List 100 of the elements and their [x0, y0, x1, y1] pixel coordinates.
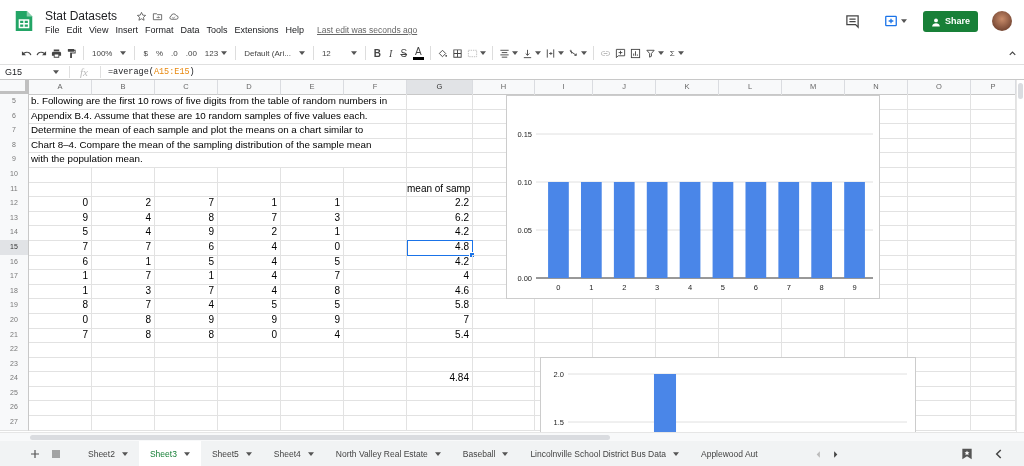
empty-cell — [218, 181, 281, 198]
explore-icon[interactable] — [960, 447, 974, 461]
chart-icon[interactable] — [629, 47, 641, 59]
folder-icon[interactable] — [152, 10, 164, 22]
text-color-button[interactable]: A — [413, 46, 424, 60]
empty-cell — [908, 225, 971, 241]
empty-cell — [344, 298, 407, 314]
horizontal-align-button[interactable] — [498, 47, 518, 59]
percent-button[interactable]: % — [153, 48, 166, 58]
table-cell: 4 — [218, 254, 281, 271]
font-size-dropdown[interactable]: 12 — [319, 48, 359, 58]
menu-item[interactable]: Insert — [115, 25, 138, 35]
empty-cell — [344, 269, 407, 285]
table-cell: 7 — [92, 239, 155, 256]
menu-item[interactable]: File — [45, 25, 60, 35]
name-box[interactable]: G15 — [0, 67, 53, 77]
table-cell: 7 — [29, 239, 92, 256]
empty-cell — [281, 342, 344, 358]
menu-item[interactable]: Data — [180, 25, 200, 35]
empty-cell — [218, 342, 281, 358]
caret-icon — [677, 51, 684, 55]
last-edit-link[interactable]: Last edit was seconds ago — [317, 25, 418, 35]
sheet-tab[interactable]: Lincolnville School District Bus Data — [519, 441, 690, 466]
empty-cell — [281, 371, 344, 387]
sheet-tab[interactable]: Sheet2 — [77, 441, 139, 466]
document-title[interactable]: Stat Datasets — [45, 9, 118, 23]
avatar[interactable] — [992, 11, 1012, 31]
font-dropdown[interactable]: Default (Ari... — [242, 48, 307, 58]
empty-cell — [281, 356, 344, 373]
table-cell: 7 — [155, 283, 218, 300]
sheet-tab[interactable]: Baseball — [451, 441, 520, 466]
sheet-tab[interactable]: Sheet5 — [200, 441, 263, 466]
table-cell: 4.2 — [407, 225, 473, 241]
empty-cell — [535, 327, 593, 344]
star-icon[interactable] — [136, 10, 148, 22]
table-cell: 4 — [92, 210, 155, 227]
menu-item[interactable]: Edit — [66, 25, 83, 35]
empty-cell — [92, 400, 155, 417]
empty-cell — [908, 108, 971, 125]
comment-icon[interactable] — [845, 13, 860, 29]
share-button[interactable]: Share — [923, 10, 978, 32]
table-cell: 3 — [281, 210, 344, 227]
empty-cell — [407, 400, 473, 417]
empty-cell — [535, 312, 593, 329]
table-cell: 8 — [155, 327, 218, 344]
table-cell: 4 — [218, 283, 281, 300]
text-wrap-button[interactable] — [544, 47, 564, 59]
zoom-dropdown[interactable]: 100% — [90, 48, 129, 58]
empty-cell — [218, 400, 281, 417]
decrease-decimals-button[interactable]: .0 — [169, 48, 180, 58]
table-cell: 4 — [218, 269, 281, 285]
scrollbar-thumb[interactable] — [1018, 83, 1023, 99]
empty-cell — [281, 181, 344, 198]
empty-cell — [218, 385, 281, 402]
table-cell: 8 — [92, 312, 155, 329]
strikethrough-button[interactable]: S — [398, 47, 410, 59]
empty-cell — [344, 239, 407, 256]
table-cell: 2.2 — [407, 196, 473, 212]
selected-cell: 4.8 — [407, 239, 473, 256]
cloud-check-icon[interactable] — [168, 10, 180, 22]
empty-cell — [908, 152, 971, 168]
bold-button[interactable]: B — [371, 47, 384, 59]
add-sheet-icon[interactable] — [29, 448, 41, 460]
caret-icon — [221, 51, 228, 55]
number-format-dropdown[interactable]: 123 — [202, 48, 230, 58]
menu-item[interactable]: Extensions — [234, 25, 279, 35]
menu-item[interactable]: Format — [144, 25, 174, 35]
currency-button[interactable]: $ — [141, 48, 150, 58]
borders-icon[interactable] — [451, 47, 463, 59]
caret-icon[interactable] — [53, 70, 59, 74]
merge-cells-button[interactable] — [466, 47, 486, 59]
sheet-tab[interactable]: North Valley Real Estate — [324, 441, 452, 466]
caret-icon — [511, 51, 518, 55]
table-cell: 9 — [281, 312, 344, 329]
italic-button[interactable]: I — [387, 47, 395, 59]
empty-cell — [344, 210, 407, 227]
table-cell: 7 — [155, 196, 218, 212]
menu-item[interactable]: Tools — [206, 25, 228, 35]
empty-cell — [719, 312, 782, 329]
filter-button[interactable] — [644, 47, 664, 59]
print-icon[interactable] — [51, 47, 62, 59]
menu-item[interactable]: View — [89, 25, 109, 35]
fill-color-icon[interactable] — [436, 47, 448, 59]
functions-dropdown[interactable]: Σ — [667, 48, 686, 58]
empty-cell — [845, 312, 908, 329]
empty-cell — [281, 166, 344, 183]
text-rotation-button[interactable] — [567, 47, 587, 59]
add-comment-icon[interactable] — [614, 47, 626, 59]
bar — [654, 374, 677, 432]
empty-cell — [908, 137, 971, 154]
menu-item[interactable]: Help — [285, 25, 304, 35]
paint-roller-icon[interactable] — [66, 47, 77, 59]
sheet-tab[interactable]: Applewood Aut — [690, 441, 769, 466]
increase-decimals-button[interactable]: .00 — [183, 48, 199, 58]
vertical-align-button[interactable] — [521, 47, 541, 59]
sheet-tab[interactable]: Sheet4 — [262, 441, 325, 466]
formula-field[interactable]: =average(A15:E15) — [107, 67, 195, 77]
cell-text: Determine the mean of each sample and plot the means on a chart similar to — [29, 123, 407, 139]
sheet-tab[interactable]: Sheet3 — [138, 441, 201, 466]
scrollbar-thumb[interactable] — [30, 434, 610, 440]
